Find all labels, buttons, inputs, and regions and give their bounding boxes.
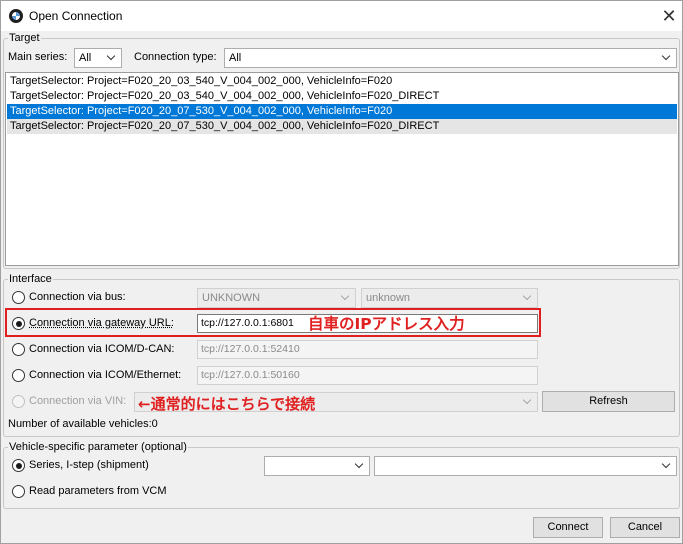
bus-radio[interactable]: [12, 291, 25, 304]
vehicle-params-legend: Vehicle-specific parameter (optional): [8, 441, 188, 453]
bus-value: UNKNOWN: [202, 292, 261, 304]
target-legend: Target: [8, 32, 41, 44]
list-item-selected[interactable]: TargetSelector: Project=F020_20_07_530_V…: [7, 104, 677, 119]
interface-legend: Interface: [8, 273, 53, 285]
icom-ethernet-field[interactable]: tcp://127.0.0.1:50160: [197, 366, 538, 385]
bus-select[interactable]: UNKNOWN: [197, 288, 356, 308]
istep-select[interactable]: [374, 456, 677, 476]
main-series-value: All: [79, 52, 92, 64]
chevron-down-icon: [340, 289, 352, 307]
refresh-button[interactable]: Refresh: [542, 391, 675, 412]
chevron-down-icon: [661, 49, 673, 67]
chevron-down-icon: [354, 457, 366, 475]
main-series-label: Main series:: [8, 51, 68, 63]
chevron-down-icon: [522, 393, 534, 411]
close-button[interactable]: ✕: [656, 3, 682, 29]
connection-type-label: Connection type:: [134, 51, 217, 63]
connection-type-select[interactable]: All: [224, 48, 677, 68]
series-radio[interactable]: [12, 459, 25, 472]
window-title: Open Connection: [29, 9, 123, 23]
bus-sub-select[interactable]: unknown: [361, 288, 538, 308]
title-bar: Open Connection ✕: [1, 1, 682, 31]
vcm-radio[interactable]: [12, 485, 25, 498]
icom-dcan-label: Connection via ICOM/D-CAN:: [29, 343, 175, 355]
close-icon: ✕: [661, 6, 677, 26]
icom-ethernet-radio[interactable]: [12, 369, 25, 382]
main-series-select[interactable]: All: [74, 48, 122, 68]
vin-annotation: ←通常的にはこちらで接続: [138, 395, 316, 413]
series-select[interactable]: [264, 456, 370, 476]
bus-label: Connection via bus:: [29, 291, 126, 303]
connection-type-value: All: [229, 52, 242, 64]
connect-button[interactable]: Connect: [533, 517, 603, 538]
vin-radio[interactable]: [12, 395, 25, 408]
chevron-down-icon: [661, 457, 673, 475]
list-item[interactable]: TargetSelector: Project=F020_20_03_540_V…: [7, 89, 677, 104]
list-item[interactable]: TargetSelector: Project=F020_20_07_530_V…: [7, 119, 677, 134]
icom-dcan-field[interactable]: tcp://127.0.0.1:52410: [197, 340, 538, 359]
bus-sub-value: unknown: [366, 292, 411, 304]
icom-dcan-radio[interactable]: [12, 343, 25, 356]
gateway-annotation: 自車のIPアドレス入力: [308, 315, 465, 333]
chevron-down-icon: [522, 289, 534, 307]
open-connection-dialog: Open Connection ✕ Target Main series: Al…: [0, 0, 683, 544]
series-label: Series, I-step (shipment): [29, 459, 149, 471]
list-item[interactable]: TargetSelector: Project=F020_20_03_540_V…: [7, 74, 677, 89]
vcm-label: Read parameters from VCM: [29, 485, 167, 497]
cancel-button[interactable]: Cancel: [610, 517, 680, 538]
target-list[interactable]: TargetSelector: Project=F020_20_03_540_V…: [5, 72, 679, 266]
app-logo-icon: [9, 9, 23, 23]
vin-label: Connection via VIN:: [29, 395, 127, 407]
vehicles-count: Number of available vehicles:0: [8, 418, 158, 430]
icom-ethernet-label: Connection via ICOM/Ethernet:: [29, 369, 182, 381]
chevron-down-icon: [106, 49, 118, 67]
